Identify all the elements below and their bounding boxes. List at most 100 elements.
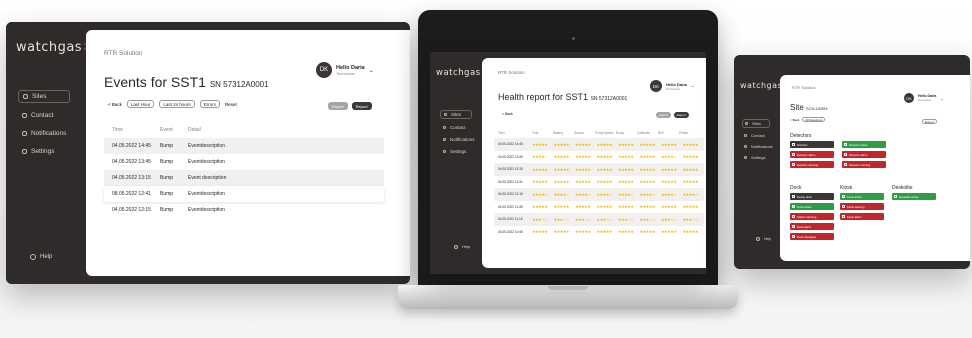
star-rating: ★★★★★ [682,179,699,185]
health-monitor: watchgas✕ Sites Contact Notifications Se… [430,52,706,274]
table-row[interactable]: 04.05.2022 12:15 Bump Eventdescription [104,202,384,218]
user-menu[interactable]: DK Hello Daria Technician ⌄ [650,80,695,92]
sidebar: watchgas✕ Sites Contact Notifications Se… [430,52,488,274]
report-button[interactable]: Report [351,102,372,110]
dock-status-tile[interactable]: Dock active [790,203,834,210]
table-row[interactable]: 04.05.2022 14:45 ★★★★★ ★★★★★ ★★★★★ ★★★★★ ★★★★… [494,138,704,151]
filter-errors[interactable]: Errors [199,100,220,108]
deskolite-status-tile[interactable]: Deskolite active [892,193,936,200]
kiosk-status-tile[interactable]: Kiosk warning [840,203,884,210]
sidebar-item-notifications[interactable]: Notifications [440,136,478,143]
export-button[interactable]: Export [328,102,348,110]
kiosk-status-tile[interactable]: Kiosk active [840,193,884,200]
table-row[interactable]: 04.05.2022 10:45 ★★★★★ ★★★★★ ★★★★★ ★★★★★ ★★★★… [494,226,704,239]
star-rating: ★★★★☆ [532,191,548,197]
table-row[interactable]: 08.05.2022 12:41 Bump Eventdescription [104,186,384,202]
table-row[interactable]: 04.05.2022 13:15 ★★★★★ ★★★★★ ★★★★★ ★★★★★ ★★★★… [494,163,704,176]
user-menu[interactable]: DK Hello Daria Technician ⌄ [904,93,944,103]
section-title-kiosk: Kiosk [840,185,853,191]
star-rating: ★★★★☆ [553,191,570,197]
star-rating: ★★★★★ [553,141,570,147]
sidebar-item-contact[interactable]: Contact [18,110,70,121]
tile-label: Dock active [797,204,812,209]
person-icon [744,134,747,137]
breadcrumb[interactable]: RTR Solution [792,85,816,90]
table-row[interactable]: 04.05.2022 14:45 Bump Eventdescription [104,138,384,154]
sidebar-item-contact[interactable]: Contact [440,124,478,131]
sidebar-item-sites[interactable]: Sites [440,110,472,119]
detectors-status-tile[interactable]: Detector alarm [790,151,834,158]
device-icon [792,195,795,198]
grid-icon [23,94,28,99]
tile-label: Detector [797,142,808,147]
breadcrumb[interactable]: RTR Solution [104,50,143,57]
back-link[interactable]: < Back [502,112,513,116]
row-time: 04.05.2022 11:45 [498,204,523,209]
detectors-status-tile[interactable]: Detector warning [790,161,834,168]
detectors-status-tile[interactable]: Detector active [842,141,886,148]
star-rating: ★★★★☆ [661,191,677,197]
table-row[interactable]: 04.05.2022 11:15 ★★★☆☆ ★★★☆☆ ★★★☆☆ ★★★☆☆ ★★★☆… [494,213,704,226]
report-button[interactable]: Report [673,112,689,118]
help-link[interactable]: Help [756,237,771,241]
star-rating: ★★★★★ [661,141,677,147]
row-time: 04.05.2022 13:45 [498,154,523,159]
table-row[interactable]: 04.05.2022 12:41 ★★★★★ ★★★★★ ★★★★★ ★★★★★ ★★★★… [494,176,704,189]
table-row[interactable]: 04.05.2022 13:45 ★★★★☆ ★★★★★ ★★★★★ ★★★★★ ★★★★… [494,151,704,164]
table-row[interactable]: 04.05.2022 11:45 ★★★★★ ★★★★★ ★★★★★ ★★★★★ ★★★★… [494,201,704,214]
dock-status-tile[interactable]: Ready dock [790,193,834,200]
sidebar-item-notifications[interactable]: Notifications [742,143,775,150]
kiosk-status-tile[interactable]: Kiosk alarm [840,213,884,220]
detectors-status-tile[interactable]: Detector alarm [842,151,886,158]
dock-status-tile[interactable]: Dock damaged [790,233,834,240]
table-row[interactable]: 04.05.2022 12:15 ★★★★☆ ★★★★☆ ★★★★☆ ★★★★☆ ★★★★… [494,188,704,201]
sidebar-nav: Sites Contact Notifications Settings [18,90,70,157]
filter-bar: < Back Last Hour Last 24 hours Errors Re… [108,100,237,108]
device-icon [792,143,795,146]
export-button[interactable]: Export [922,119,937,124]
star-rating: ★★★★★ [532,166,548,172]
dock-status-tile[interactable]: Station warning [790,213,834,220]
sidebar-item-sites[interactable]: Sites [18,90,70,103]
reset-link[interactable]: Reset [225,102,237,107]
sidebar-item-settings[interactable]: Settings [440,148,478,155]
detector-filter-select[interactable]: All Detectors [802,117,826,122]
detectors-status-tile[interactable]: Detector warning [842,161,886,168]
showcase-stage: watchgas✕ Sites Contact Notifications Se… [0,0,972,338]
breadcrumb[interactable]: RTR Solution [498,70,525,75]
user-menu[interactable]: DK Hello Daria Technician ⌄ [316,62,374,78]
watchgas-logo: watchgas✕ [436,68,488,78]
events-table: Time Event Detail 04.05.2022 14:45 Bump Ev… [104,122,384,218]
filter-last-24-hours[interactable]: Last 24 hours [159,100,195,108]
help-link[interactable]: Help [30,254,52,260]
table-header: Time Tnet Battery Sensor Pump/Valves Bum… [498,131,689,135]
sidebar: watchgas✕ Sites Contact Notifications Se… [734,55,789,269]
export-button[interactable]: Export [656,112,671,118]
star-rating: ★★★★★ [575,154,591,160]
tile-label: Kiosk warning [847,204,865,209]
help-link[interactable]: Help [454,244,470,249]
detectors-status-tile[interactable]: Detector [790,141,834,148]
sidebar-item-settings[interactable]: Settings [18,146,70,157]
dock-status-tile[interactable]: Dock alarm [790,223,834,230]
back-link[interactable]: < Back [108,102,122,107]
filter-last-hour[interactable]: Last Hour [126,100,155,108]
table-row[interactable]: 04.05.2022 13:45 Bump Eventdescription [104,154,384,170]
device-icon [842,195,845,198]
sidebar-item-settings[interactable]: Settings [742,154,775,161]
sidebar-item-notifications[interactable]: Notifications [18,128,70,139]
action-bar: Export Report [656,112,689,118]
star-rating: ★★★★★ [553,229,570,235]
star-rating: ★★★★★ [682,141,699,147]
table-row[interactable]: 04.05.2022 13:15 Bump Event description [104,170,384,186]
star-rating: ★★★★☆ [661,154,677,160]
laptop-notch [548,286,588,290]
sidebar-item-sites[interactable]: Sites [742,119,770,128]
star-rating: ★★★★★ [596,154,613,160]
star-rating: ★★★★☆ [618,191,634,197]
star-rating: ★★★★★ [639,204,656,210]
star-rating: ★★★★★ [575,204,591,210]
sidebar-item-contact[interactable]: Contact [742,132,775,139]
back-link[interactable]: < Back [790,118,799,122]
star-rating: ★★★☆☆ [618,216,634,222]
